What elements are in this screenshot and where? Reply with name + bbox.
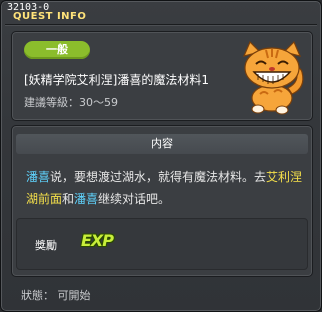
description-segment: 潘喜	[26, 170, 51, 184]
quest-description: 潘喜说，要想渡过湖水，就得有魔法材料。去艾利涅湖前面和潘喜继续对话吧。	[26, 166, 306, 210]
quest-summary-panel: 一般 [妖精学院艾利涅]潘喜的魔法材料1 建議等級：30～59	[11, 31, 313, 121]
cat-icon	[242, 40, 304, 115]
reward-label: 獎勵	[35, 239, 57, 252]
quest-name: [妖精学院艾利涅]潘喜的魔法材料1	[24, 73, 209, 87]
quest-info-window: 32103-0 QUEST INFO 一般 [妖精学院艾利涅]潘喜的魔法材料1 …	[0, 0, 322, 312]
description-segment: 继续对话吧。	[98, 192, 171, 206]
reward-box: 獎勵 EXP	[16, 218, 308, 270]
content-section-title: 内容	[16, 134, 308, 154]
level-requirement: 建議等級：30～59	[24, 96, 118, 109]
window-title: QUEST INFO	[13, 11, 87, 22]
quest-details-panel: 内容 潘喜说，要想渡过湖水，就得有魔法材料。去艾利涅湖前面和潘喜继续对话吧。 獎…	[11, 125, 313, 277]
description-segment: 和	[62, 192, 75, 206]
quest-type-badge: 一般	[24, 41, 90, 59]
header-divider	[5, 24, 317, 25]
description-segment: 说，要想渡过湖水，就得有魔法材料。去	[50, 170, 267, 184]
quest-status: 狀態： 可開始	[21, 289, 91, 302]
exp-icon: EXP	[81, 231, 114, 250]
description-segment: 潘喜	[74, 192, 99, 206]
